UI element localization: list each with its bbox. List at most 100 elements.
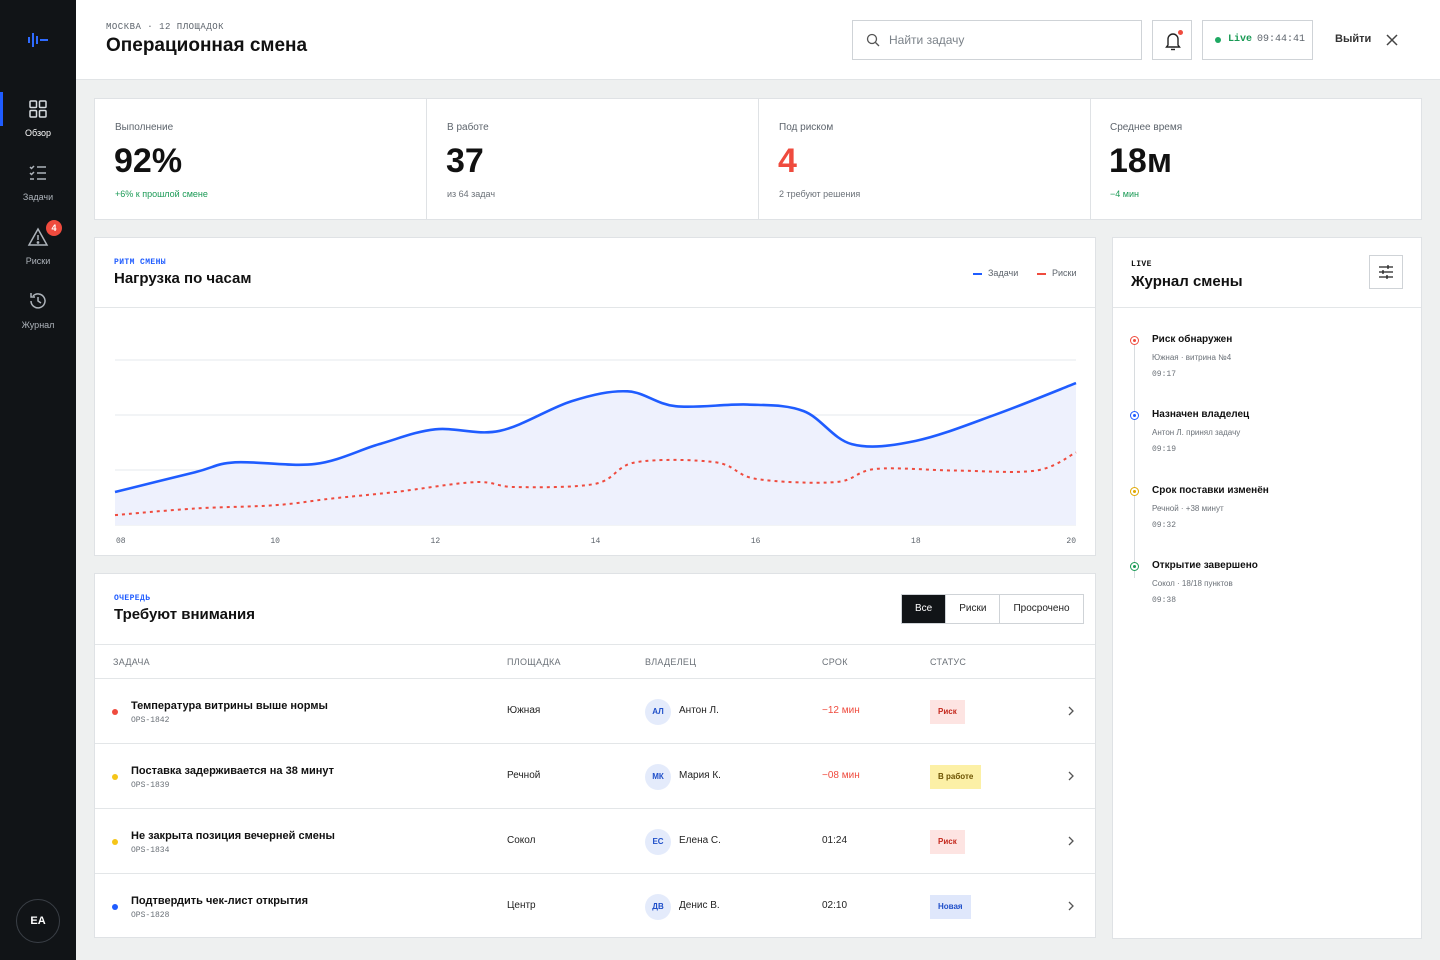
kpi-completion: Выполнение 92% +6% к прошлой смене (95, 99, 427, 219)
close-icon[interactable] (1384, 32, 1400, 48)
event-time: 09:19 (1152, 445, 1177, 454)
attention-queue-panel: ОЧЕРЕДЬ Требуют внимания Все Риски Проср… (94, 573, 1096, 938)
table-row[interactable]: Температура витрины выше нормы OPS-1842 … (95, 679, 1095, 744)
kpi-in-progress: В работе 37 из 64 задач (427, 99, 759, 219)
kpi-delta: +6% к прошлой смене (115, 189, 208, 199)
filter-all[interactable]: Все (902, 595, 946, 623)
user-avatar[interactable]: EA (16, 899, 60, 943)
sidebar-item-label: Риски (25, 256, 51, 266)
sidebar-item-label: Обзор (25, 128, 51, 138)
event-marker (1130, 336, 1139, 345)
task-owner: Мария К. (679, 770, 721, 781)
grid-icon (29, 100, 47, 118)
log-title: Журнал смены (1131, 273, 1243, 290)
event-description: Сокол · 18/18 пунктов (1152, 579, 1233, 588)
filter-overdue[interactable]: Просрочено (999, 595, 1082, 623)
event-title: Риск обнаружен (1152, 334, 1233, 345)
x-tick-label: 08 (116, 537, 126, 546)
tasks-area (115, 383, 1076, 525)
log-filter-button[interactable] (1369, 255, 1403, 289)
kpi-delta: −4 мин (1110, 189, 1139, 199)
table-header: ЗАДАЧА ПЛОЩАДКА ВЛАДЕЛЕЦ СРОК СТАТУС (95, 644, 1095, 679)
task-due: 01:24 (822, 835, 848, 846)
status-badge: Риск (930, 700, 965, 724)
task-site: Центр (507, 900, 536, 911)
notifications-button[interactable] (1152, 20, 1192, 60)
legend-swatch (1037, 272, 1046, 275)
load-chart: 08 10 12 14 16 18 20 (114, 359, 1077, 546)
sidebar-item-overview[interactable]: Обзор (0, 92, 76, 154)
sidebar-item-tasks[interactable]: Задачи (0, 162, 76, 218)
task-title: Поставка задерживается на 38 минут (131, 765, 335, 777)
kpi-label: Под риском (779, 122, 834, 133)
column-header-owner[interactable]: ВЛАДЕЛЕЦ (645, 657, 696, 667)
kpi-value: 4 (778, 142, 797, 180)
filter-risks[interactable]: Риски (945, 595, 999, 623)
sidebar-item-risks[interactable]: 4 Риски (0, 220, 76, 282)
table-row[interactable]: Не закрыта позиция вечерней смены OPS-18… (95, 809, 1095, 874)
task-title: Температура витрины выше нормы (131, 700, 328, 712)
column-header-due[interactable]: СРОК (822, 657, 848, 667)
kpi-label: Среднее время (1110, 122, 1183, 133)
shift-log-panel: LIVE Журнал смены Риск обнаружен Южная ·… (1112, 237, 1422, 939)
priority-dot (112, 839, 118, 845)
task-due: −12 мин (822, 705, 860, 716)
priority-dot (112, 709, 118, 715)
search-input[interactable] (889, 21, 1129, 59)
chevron-right-icon[interactable] (1065, 900, 1077, 912)
sidebar-item-journal[interactable]: Журнал (0, 290, 76, 346)
x-tick-label: 10 (270, 537, 280, 546)
task-code: OPS-1842 (131, 716, 170, 725)
kpi-label: В работе (447, 122, 489, 133)
chevron-right-icon[interactable] (1065, 705, 1077, 717)
log-event[interactable]: Назначен владелец Антон Л. принял задачу… (1113, 407, 1421, 477)
column-header-task[interactable]: ЗАДАЧА (113, 657, 150, 667)
kpi-at-risk: Под риском 4 2 требуют решения (759, 99, 1091, 219)
chevron-right-icon[interactable] (1065, 770, 1077, 782)
owner-avatar: АЛ (645, 699, 671, 725)
log-event[interactable]: Срок поставки изменён Речной · +38 минут… (1113, 483, 1421, 553)
table-row[interactable]: Подтвердить чек-лист открытия OPS-1828 Ц… (95, 874, 1095, 939)
owner-avatar: ДВ (645, 894, 671, 920)
task-code: OPS-1828 (131, 911, 170, 920)
legend-label: Задачи (988, 268, 1019, 278)
sidebar-item-label: Задачи (22, 192, 54, 202)
status-badge: Риск (930, 830, 965, 854)
owner-avatar: ЕС (645, 829, 671, 855)
task-title: Подтвердить чек-лист открытия (131, 895, 308, 907)
status-badge: Новая (930, 895, 971, 919)
queue-eyebrow: ОЧЕРЕДЬ (114, 594, 151, 603)
queue-filter: Все Риски Просрочено (901, 594, 1084, 624)
log-event[interactable]: Риск обнаружен Южная · витрина №4 09:17 (1113, 332, 1421, 402)
risks-count-badge: 4 (46, 220, 62, 236)
event-description: Южная · витрина №4 (1152, 353, 1232, 362)
x-tick-label: 14 (591, 537, 601, 546)
search-icon (866, 33, 880, 47)
status-badge: В работе (930, 765, 982, 789)
x-tick-label: 18 (911, 537, 921, 546)
kpi-avg-time: Среднее время 18м −4 мин (1090, 99, 1422, 219)
priority-dot (112, 774, 118, 780)
task-code: OPS-1839 (131, 781, 170, 790)
live-clock: 09:44:41 (1257, 34, 1306, 45)
load-chart-panel: РИТМ СМЕНЫ Нагрузка по часам Задачи Риск… (94, 237, 1096, 556)
chevron-right-icon[interactable] (1065, 835, 1077, 847)
table-row[interactable]: Поставка задерживается на 38 минут OPS-1… (95, 744, 1095, 809)
breadcrumb: МОСКВА · 12 ПЛОЩАДОК (106, 22, 225, 32)
search-box[interactable] (852, 20, 1142, 60)
checklist-icon (29, 165, 46, 180)
log-event[interactable]: Открытие завершено Сокол · 18/18 пунктов… (1113, 558, 1421, 628)
logout-button[interactable]: Выйти (1335, 33, 1371, 45)
event-title: Открытие завершено (1152, 560, 1258, 571)
task-owner: Елена С. (679, 835, 721, 846)
task-site: Речной (507, 770, 541, 781)
event-title: Срок поставки изменён (1152, 485, 1269, 496)
notification-dot (1178, 30, 1183, 35)
column-header-site[interactable]: ПЛОЩАДКА (507, 657, 561, 667)
sidebar-item-label: Журнал (21, 320, 55, 330)
live-label: Live (1228, 34, 1253, 45)
x-tick-label: 20 (1066, 537, 1076, 546)
event-description: Речной · +38 минут (1152, 504, 1224, 513)
column-header-status[interactable]: СТАТУС (930, 657, 966, 667)
event-time: 09:38 (1152, 596, 1177, 605)
